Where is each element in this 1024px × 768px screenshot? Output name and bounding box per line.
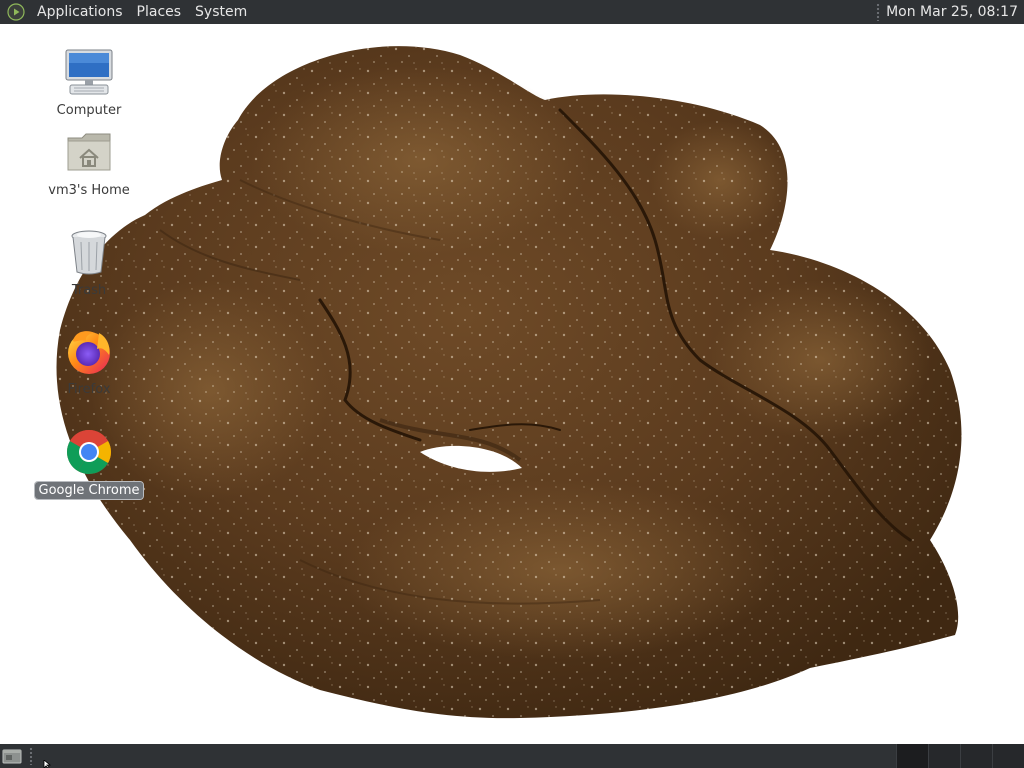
desktop-icon-trash[interactable]: Trash <box>34 226 144 299</box>
desktop-icon-label: Firefox <box>67 382 111 397</box>
firefox-icon <box>63 325 115 377</box>
desktop-screen: Applications Places System Mon Mar 25, 0… <box>0 0 1024 768</box>
desktop-icon-computer[interactable]: Computer <box>34 46 144 119</box>
workspace-switcher-4[interactable] <box>992 744 1024 768</box>
workspace-switcher-3[interactable] <box>960 744 992 768</box>
panel-grip-handle[interactable] <box>876 3 881 21</box>
computer-icon <box>63 46 115 98</box>
desktop-icon-home[interactable]: vm3's Home <box>34 126 144 199</box>
desktop-icon-firefox[interactable]: Firefox <box>34 325 144 398</box>
bottom-panel <box>0 744 1024 768</box>
menu-places[interactable]: Places <box>130 0 189 24</box>
workspace-switcher-2[interactable] <box>928 744 960 768</box>
desktop-icon-label: vm3's Home <box>48 183 130 198</box>
menu-applications[interactable]: Applications <box>30 0 130 24</box>
desktop-icon-chrome[interactable]: Google Chrome <box>33 426 145 500</box>
workspace-switcher-1[interactable] <box>896 744 928 768</box>
desktop-wallpaper <box>56 46 962 719</box>
top-panel: Applications Places System Mon Mar 25, 0… <box>0 0 1024 24</box>
menu-system[interactable]: System <box>188 0 254 24</box>
panel-grip-handle[interactable] <box>29 747 33 765</box>
show-desktop-icon[interactable] <box>1 745 23 767</box>
chrome-icon <box>63 426 115 478</box>
trash-icon <box>63 226 115 278</box>
desktop-icon-label: Google Chrome <box>33 481 145 500</box>
brown-sculpture-image <box>56 46 962 719</box>
desktop-icon-label: Computer <box>56 103 122 118</box>
panel-clock[interactable]: Mon Mar 25, 08:17 <box>886 0 1024 24</box>
os-logo-icon[interactable] <box>7 3 25 21</box>
desktop-icon-label: Trash <box>71 283 107 298</box>
home-folder-icon <box>63 126 115 178</box>
mouse-pointer-icon <box>43 760 52 768</box>
